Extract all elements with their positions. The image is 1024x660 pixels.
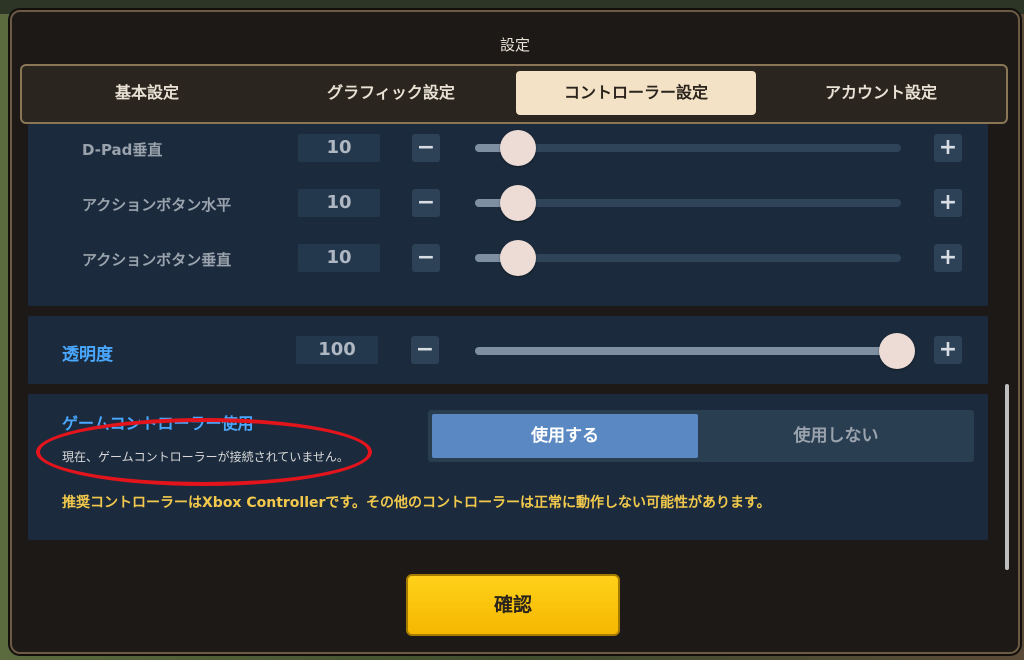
slider-value: 10 xyxy=(298,134,380,162)
slider-value: 10 xyxy=(298,189,380,217)
transparency-value: 100 xyxy=(296,336,378,364)
tab-graphics[interactable]: グラフィック設定 xyxy=(272,71,510,115)
tab-basic[interactable]: 基本設定 xyxy=(32,71,262,115)
game-controller-panel: ゲームコントローラー使用 現在、ゲームコントローラーが接続されていません。 使用… xyxy=(28,394,988,540)
plus-button[interactable]: + xyxy=(934,189,962,217)
settings-content[interactable]: D-Pad垂直 10 − + アクションボタン水平 10 − + アクションボタ… xyxy=(22,124,998,574)
minus-button[interactable]: − xyxy=(412,134,440,162)
slider-track[interactable] xyxy=(475,130,901,166)
slider-value: 10 xyxy=(298,244,380,272)
controller-status: 現在、ゲームコントローラーが接続されていません。 xyxy=(62,450,349,464)
slider-knob[interactable] xyxy=(499,130,536,166)
not-use-controller-option[interactable]: 使用しない xyxy=(702,414,970,458)
transparency-slider-track[interactable] xyxy=(475,333,915,369)
controller-toggle: 使用する 使用しない xyxy=(428,410,974,462)
transparency-panel: 透明度 100 − + xyxy=(28,316,988,384)
scrollbar[interactable] xyxy=(1005,384,1009,570)
slider-label: アクションボタン垂直 xyxy=(82,251,232,269)
controller-title: ゲームコントローラー使用 xyxy=(62,414,254,433)
minus-button[interactable]: − xyxy=(412,189,440,217)
minus-button[interactable]: − xyxy=(412,244,440,272)
slider-label: D-Pad垂直 xyxy=(82,141,163,159)
tab-bar: 基本設定 グラフィック設定 コントローラー設定 アカウント設定 xyxy=(20,64,1008,124)
use-controller-option[interactable]: 使用する xyxy=(432,414,698,458)
slider-knob[interactable] xyxy=(499,185,536,221)
tab-account[interactable]: アカウント設定 xyxy=(762,71,1000,115)
controller-slider-panel: D-Pad垂直 10 − + アクションボタン水平 10 − + アクションボタ… xyxy=(28,124,988,306)
slider-track[interactable] xyxy=(475,240,901,276)
transparency-label: 透明度 xyxy=(62,345,113,365)
slider-label: アクションボタン水平 xyxy=(82,196,232,214)
dialog-title: 設定 xyxy=(499,36,530,54)
slider-track[interactable] xyxy=(475,185,901,221)
plus-button[interactable]: + xyxy=(934,134,962,162)
confirm-button[interactable]: 確認 xyxy=(406,574,620,636)
slider-knob[interactable] xyxy=(879,333,915,369)
plus-button[interactable]: + xyxy=(934,336,962,364)
plus-button[interactable]: + xyxy=(934,244,962,272)
slider-knob[interactable] xyxy=(499,240,536,276)
settings-dialog: 設定 基本設定 グラフィック設定 コントローラー設定 アカウント設定 D-Pad… xyxy=(10,10,1020,654)
slider-fill xyxy=(475,347,897,355)
minus-button[interactable]: − xyxy=(411,336,439,364)
tab-controller[interactable]: コントローラー設定 xyxy=(516,71,756,115)
recommended-controller-note: 推奨コントローラーはXbox Controllerです。その他のコントローラーは… xyxy=(62,495,771,511)
